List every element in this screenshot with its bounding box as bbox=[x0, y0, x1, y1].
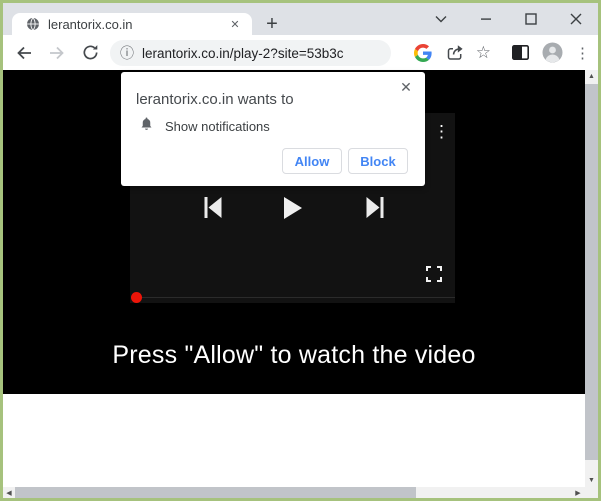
vertical-scrollbar[interactable]: ▲ ▼ bbox=[585, 70, 598, 487]
page-lower-background bbox=[3, 394, 585, 487]
progress-handle[interactable] bbox=[131, 292, 142, 303]
scroll-right-icon[interactable]: ▶ bbox=[572, 487, 584, 498]
tab-bar: lerantorix.co.in ✕ + bbox=[3, 3, 598, 35]
back-button[interactable] bbox=[13, 42, 35, 64]
popup-title: lerantorix.co.in wants to bbox=[136, 91, 294, 108]
maximize-button[interactable] bbox=[521, 9, 541, 29]
globe-favicon-icon bbox=[26, 17, 40, 31]
new-tab-button[interactable]: + bbox=[259, 12, 285, 36]
scroll-down-icon[interactable]: ▼ bbox=[585, 474, 598, 487]
reload-button[interactable] bbox=[79, 42, 101, 64]
horizontal-scroll-thumb[interactable] bbox=[15, 487, 416, 498]
page-message: Press "Allow" to watch the video bbox=[3, 341, 585, 370]
google-logo-icon[interactable] bbox=[414, 44, 432, 62]
window-controls bbox=[431, 7, 586, 31]
previous-track-icon[interactable] bbox=[204, 196, 222, 219]
permission-label: Show notifications bbox=[165, 119, 270, 134]
share-icon[interactable] bbox=[446, 44, 464, 62]
minimize-button[interactable] bbox=[476, 9, 496, 29]
next-track-icon[interactable] bbox=[366, 196, 384, 219]
forward-button[interactable] bbox=[46, 42, 68, 64]
player-menu-icon[interactable]: ⋮ bbox=[433, 123, 450, 142]
tab-close-icon[interactable]: ✕ bbox=[226, 15, 244, 33]
site-info-icon[interactable]: ⓘ bbox=[120, 46, 134, 60]
tab-title: lerantorix.co.in bbox=[48, 17, 226, 32]
allow-button[interactable]: Allow bbox=[282, 148, 342, 174]
close-window-button[interactable] bbox=[566, 9, 586, 29]
scroll-up-icon[interactable]: ▲ bbox=[585, 70, 598, 83]
toolbar-action-icons: ☆ ⋮ bbox=[414, 35, 590, 70]
play-icon[interactable] bbox=[283, 196, 303, 220]
progress-bar[interactable] bbox=[136, 297, 455, 298]
chevron-down-icon[interactable] bbox=[431, 9, 451, 29]
browser-window: lerantorix.co.in ✕ + bbox=[0, 0, 601, 501]
popup-close-icon[interactable]: ✕ bbox=[397, 78, 415, 96]
block-button[interactable]: Block bbox=[348, 148, 408, 174]
profile-avatar[interactable] bbox=[542, 42, 563, 63]
notification-permission-popup: ✕ lerantorix.co.in wants to Show notific… bbox=[121, 72, 425, 186]
browser-menu-icon[interactable]: ⋮ bbox=[575, 44, 590, 62]
side-panel-icon[interactable] bbox=[512, 45, 529, 60]
fullscreen-icon[interactable] bbox=[425, 265, 443, 283]
browser-toolbar: ⓘ lerantorix.co.in/play-2?site=53b3c bbox=[3, 35, 598, 70]
horizontal-scrollbar[interactable]: ◀ ▶ bbox=[3, 487, 598, 498]
bookmark-star-icon[interactable]: ☆ bbox=[476, 44, 491, 61]
vertical-scroll-thumb[interactable] bbox=[585, 84, 598, 460]
url-text: lerantorix.co.in/play-2?site=53b3c bbox=[142, 46, 344, 61]
player-controls bbox=[130, 196, 455, 220]
scroll-left-icon[interactable]: ◀ bbox=[3, 487, 15, 498]
active-tab[interactable]: lerantorix.co.in ✕ bbox=[12, 13, 252, 35]
bell-icon bbox=[139, 116, 154, 137]
address-bar[interactable]: ⓘ lerantorix.co.in/play-2?site=53b3c bbox=[110, 40, 391, 66]
